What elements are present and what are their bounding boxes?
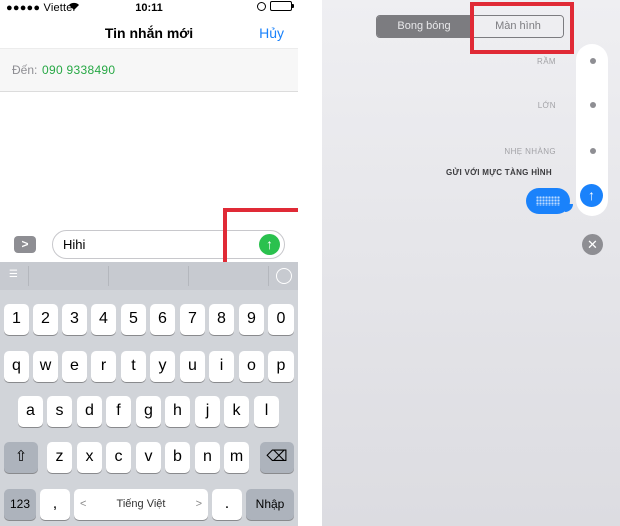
status-right (257, 1, 294, 11)
key-x[interactable]: x (77, 442, 102, 473)
keyboard: ☰ 1 2 3 4 5 6 7 8 9 0 q w e r t y u i o … (0, 262, 298, 526)
space-right-arrow: > (195, 498, 202, 510)
key-0[interactable]: 0 (268, 304, 294, 335)
send-effects-screen: Bong bóng Màn hình RẦM LỚN NHẸ NHÀNG GỬI… (322, 0, 620, 526)
space-key[interactable]: < Tiếng Việt > (74, 489, 208, 520)
return-key[interactable]: Nhập (246, 489, 294, 520)
key-7[interactable]: 7 (180, 304, 205, 335)
period-key[interactable]: . (212, 489, 242, 520)
key-2[interactable]: 2 (33, 304, 58, 335)
battery-icon (270, 1, 294, 11)
key-u[interactable]: u (180, 351, 205, 382)
emoji-icon[interactable] (276, 268, 292, 284)
menu-icon[interactable]: ☰ (9, 269, 18, 280)
compose-screen: ●●●●● Viettel 10:11 Tin nhắn mới Hủy Đến… (0, 0, 298, 526)
key-m[interactable]: m (224, 442, 249, 473)
key-o[interactable]: o (239, 351, 264, 382)
key-1[interactable]: 1 (4, 304, 29, 335)
key-z[interactable]: z (47, 442, 72, 473)
key-8[interactable]: 8 (209, 304, 234, 335)
key-n[interactable]: n (195, 442, 220, 473)
key-s[interactable]: s (47, 396, 72, 427)
message-text: Hihi (63, 237, 86, 252)
recipient-label: Đến: (12, 63, 38, 77)
cancel-button[interactable]: Hủy (259, 25, 284, 41)
effect-invisible-ink-label: GỬI VỚI MỰC TÀNG HÌNH (446, 168, 552, 177)
rotation-lock-icon (257, 1, 266, 11)
key-3[interactable]: 3 (62, 304, 87, 335)
space-label: Tiếng Việt (116, 498, 166, 510)
key-q[interactable]: q (4, 351, 29, 382)
highlight-box (470, 2, 574, 54)
key-e[interactable]: e (62, 351, 87, 382)
key-j[interactable]: j (195, 396, 220, 427)
key-b[interactable]: b (165, 442, 190, 473)
key-g[interactable]: g (136, 396, 161, 427)
invisible-ink-pattern (536, 196, 560, 206)
tab-bubble[interactable]: Bong bóng (377, 16, 471, 37)
key-c[interactable]: c (106, 442, 131, 473)
key-y[interactable]: y (150, 351, 175, 382)
key-p[interactable]: p (268, 351, 294, 382)
key-w[interactable]: w (33, 351, 58, 382)
prediction-bar: ☰ (0, 262, 298, 290)
close-icon[interactable]: ✕ (582, 234, 603, 255)
key-l[interactable]: l (254, 396, 279, 427)
effect-gentle-dot[interactable] (590, 148, 596, 154)
space-left-arrow: < (80, 498, 87, 510)
expand-apps-button[interactable]: > (14, 236, 36, 253)
key-d[interactable]: d (77, 396, 102, 427)
numbers-key[interactable]: 123 (4, 489, 36, 520)
key-i[interactable]: i (209, 351, 234, 382)
message-bubble-preview (526, 188, 573, 214)
effect-slam-dot[interactable] (590, 58, 596, 64)
effect-loud-dot[interactable] (590, 102, 596, 108)
key-f[interactable]: f (106, 396, 131, 427)
effect-loud-label: LỚN (537, 101, 556, 110)
send-with-effect-button[interactable]: ↑ (580, 184, 603, 207)
key-5[interactable]: 5 (121, 304, 146, 335)
key-h[interactable]: h (165, 396, 190, 427)
effect-slam-label: RẦM (537, 57, 556, 66)
key-t[interactable]: t (121, 351, 146, 382)
key-a[interactable]: a (18, 396, 43, 427)
comma-key[interactable]: , (40, 489, 70, 520)
key-9[interactable]: 9 (239, 304, 264, 335)
key-r[interactable]: r (91, 351, 116, 382)
shift-key[interactable]: ⇧ (4, 442, 38, 473)
key-4[interactable]: 4 (91, 304, 116, 335)
effect-gentle-label: NHẸ NHÀNG (504, 147, 556, 156)
recipient-field[interactable]: Đến: 090 9338490 (0, 48, 298, 92)
navigation-bar: Tin nhắn mới Hủy (0, 18, 298, 48)
key-k[interactable]: k (224, 396, 249, 427)
status-bar: ●●●●● Viettel 10:11 (0, 0, 298, 18)
page-title: Tin nhắn mới (104, 25, 194, 41)
key-v[interactable]: v (136, 442, 161, 473)
recipient-number[interactable]: 090 9338490 (42, 63, 115, 77)
delete-key[interactable]: ⌫ (260, 442, 294, 473)
key-6[interactable]: 6 (150, 304, 175, 335)
clock: 10:11 (135, 2, 163, 14)
